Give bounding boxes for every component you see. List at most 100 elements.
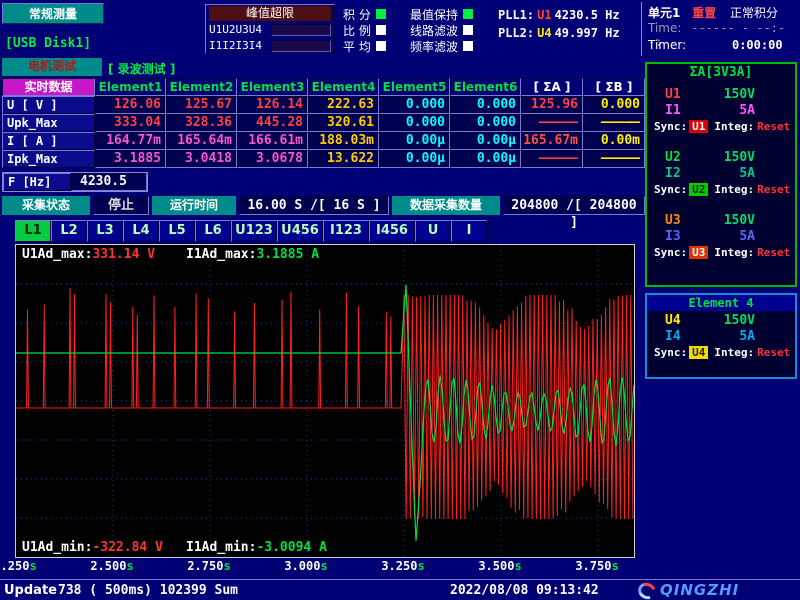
cell-ipk-sigma-b: ————— [583,150,645,168]
u2-name: U2 [665,150,697,166]
row-label-ipk-max: Ipk_Max [2,150,95,168]
tab-u456[interactable]: U456 [277,220,323,242]
tab-l4[interactable]: L4 [123,220,159,242]
waveform-plot [16,245,634,557]
indicator-column-2: 最值保持 线路滤波 频率滤波 [410,6,473,54]
motor-test-label: 电机测试 [28,59,76,73]
tab-u123[interactable]: U123 [231,220,277,242]
col-element6: Element6 [450,78,521,96]
integ3-label: Integ: [714,246,754,259]
tab-l6[interactable]: L6 [195,220,231,242]
logo-swirl-icon [635,580,658,600]
realtime-table: 实时数据 Element1 Element2 Element3 Element4… [2,78,645,168]
sync1-source-badge[interactable]: U1 [689,120,708,133]
line-filter-indicator-label: 线路滤波 [410,22,458,39]
integ4-reset[interactable]: Reset [757,346,790,359]
runtime-label: 运行时间 [152,196,236,215]
tab-i[interactable]: I [451,220,487,242]
motor-test-tab: 电机测试 [2,58,102,76]
usb-disk-status: [USB Disk1] [5,36,91,51]
ratio-indicator-label: 比 例 [343,22,371,39]
u3-range: 150V [697,213,755,229]
integ1-label: Integ: [714,120,754,133]
tab-l1[interactable]: L1 [15,220,51,242]
freq-filter-indicator-label: 频率滤波 [410,38,458,55]
integ1-reset[interactable]: Reset [757,120,790,133]
tab-i123[interactable]: I123 [323,220,369,242]
sync3-source-badge[interactable]: U3 [689,246,708,259]
integration-indicator-label: 积 分 [343,6,371,23]
pll1-value: 4230.5 Hz [555,8,620,22]
i3-name: I3 [665,229,697,245]
line-filter-indicator-light [463,25,473,35]
pll2-row: PLL2:U449.997 Hz [498,26,620,44]
waveform-panel: U1Ad_max:331.14 V I1Ad_max:3.1885 A U1Ad… [15,244,635,558]
pll1-row: PLL1:U14230.5 Hz [498,8,620,26]
i3-range: 5A [697,229,755,245]
table-corner-header: 实时数据 [2,78,95,96]
element4-panel: Element 4 U4150V I45A Sync:U4Integ:Reset [645,293,797,379]
cell-upk-e2: 328.36 [166,114,237,132]
sync4-source-badge[interactable]: U4 [689,346,708,359]
cell-u-e2: 125.67 [166,96,237,114]
cell-i-sigma-b: 0.00m [583,132,645,150]
max-hold-indicator-label: 最值保持 [410,6,458,23]
u-min-label: U1Ad_min: [22,540,92,555]
freq-filter-indicator-light [463,41,473,51]
i2-range: 5A [697,166,755,182]
integ4-label: Integ: [714,346,754,359]
cell-u-e4: 222.63 [308,96,379,114]
i-max-value: 3.1885 A [256,247,319,262]
integ3-reset[interactable]: Reset [757,246,790,259]
runtime-value: 16.00 S /[ 16 S ] [239,196,389,215]
max-hold-indicator-light [463,9,473,19]
u-min-value: -322.84 V [92,540,162,555]
peak-limit-voltage-label: U1U2U3U4 [209,23,271,36]
average-indicator-label: 平 均 [343,38,371,55]
cell-upk-e1: 333.04 [95,114,166,132]
tab-l5[interactable]: L5 [159,220,195,242]
peak-limit-voltage-row: U1U2U3U4 [209,22,331,37]
tab-u[interactable]: U [415,220,451,242]
channel-2: U2150V I25A Sync:U2Integ:Reset [647,150,795,199]
integration-indicator-light [376,9,386,19]
u-min-readout: U1Ad_min:-322.84 V [22,540,163,555]
pll-block: PLL1:U14230.5 Hz PLL2:U449.997 Hz [498,8,620,44]
average-indicator-light [376,41,386,51]
tab-l2[interactable]: L2 [51,220,87,242]
row-label-current: I [ A ] [2,132,95,150]
timer-value: 0:00:00 [732,38,783,52]
acquisition-bar: 采集状态 停止 运行时间 16.00 S /[ 16 S ] 数据采集数量 20… [2,196,645,215]
integ2-reset[interactable]: Reset [757,183,790,196]
col-element5: Element5 [379,78,450,96]
u-max-readout: U1Ad_max:331.14 V [22,247,155,262]
i1-name: I1 [665,103,697,119]
peak-limit-current-label: I1I2I3I4 [209,39,271,52]
pll2-source: U4 [537,26,551,40]
cell-i-e1: 164.77m [95,132,166,150]
tab-l3[interactable]: L3 [87,220,123,242]
u2-range: 150V [697,150,755,166]
cell-u-sigma-b: 0.000 [583,96,645,114]
cell-ipk-e2: 3.0418 [166,150,237,168]
col-element2: Element2 [166,78,237,96]
i-min-value: -3.0094 A [256,540,326,555]
col-element1: Element1 [95,78,166,96]
sync2-source-badge[interactable]: U2 [689,183,708,196]
pll2-label: PLL2: [498,26,534,40]
timer-label: Timer: [648,38,686,52]
peak-over-limit-box: 峰值超限 U1U2U3U4 I1I2I3I4 [205,4,335,54]
u-max-value: 331.14 V [92,247,155,262]
peak-over-limit-title: 峰值超限 [209,6,331,21]
tab-i456[interactable]: I456 [369,220,415,242]
unit-label: 单元1 [648,6,680,20]
time-tick-5: 3.500s [478,559,521,573]
peak-limit-current-indicator [271,40,331,52]
cell-upk-e5: 0.000 [379,114,450,132]
i2-name: I2 [665,166,697,182]
sync1-label: Sync: [654,120,687,133]
col-sigma-a: [ ΣA ] [521,78,583,96]
time-tick-1: 2.500s [90,559,133,573]
channel-3: U3150V I35A Sync:U3Integ:Reset [647,213,795,262]
reset-button[interactable]: 重置 [692,6,716,20]
